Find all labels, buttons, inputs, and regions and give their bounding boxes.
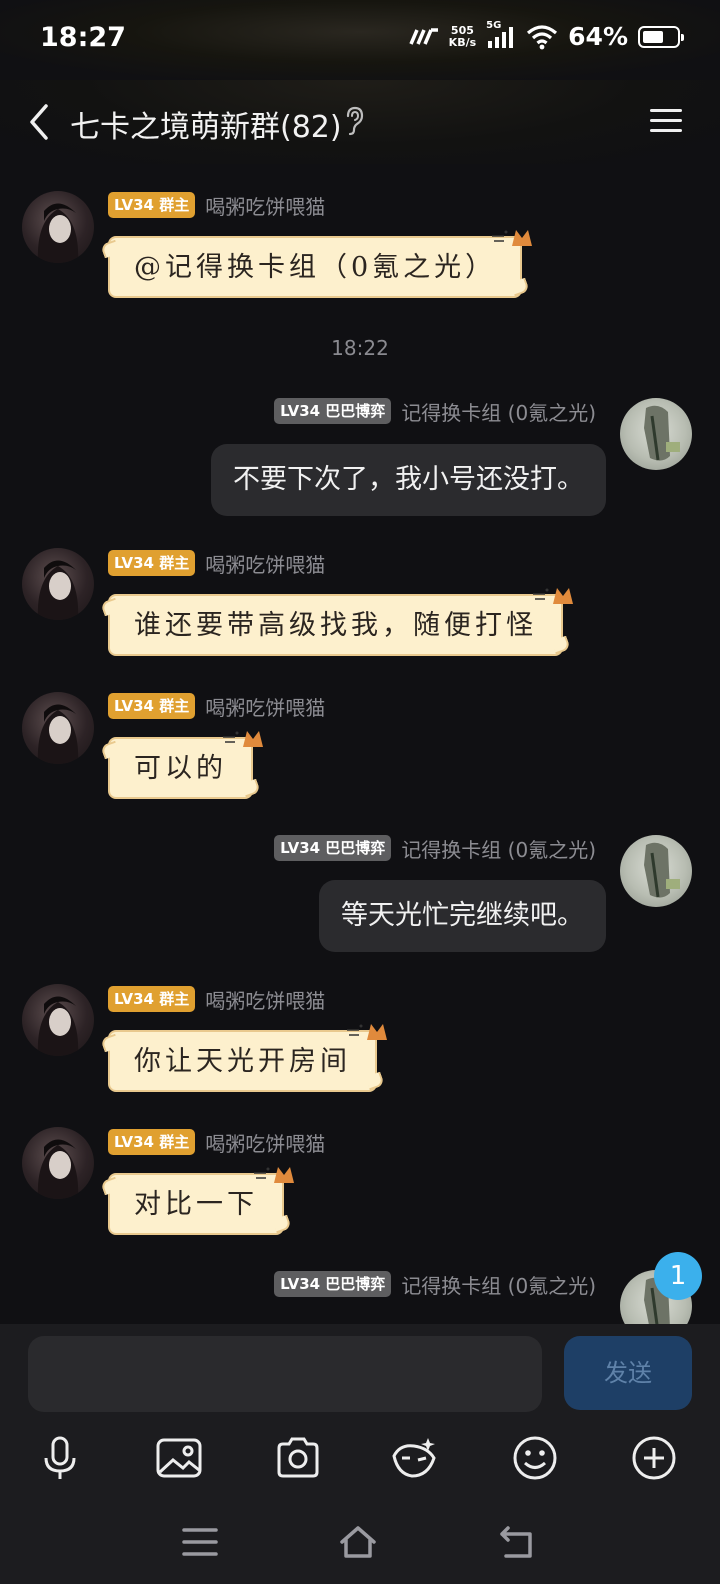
avatar[interactable]: [620, 398, 692, 470]
menu-icon[interactable]: [648, 106, 684, 136]
sender-name[interactable]: 喝粥吃饼喂猫: [205, 1128, 325, 1157]
status-icons: 505 KB/s 5G 64%: [409, 20, 684, 51]
status-time: 18:27: [40, 22, 126, 53]
microphone-icon[interactable]: [36, 1434, 84, 1482]
back-arrow-icon[interactable]: [22, 100, 62, 144]
avatar[interactable]: [22, 191, 94, 263]
level-badge: LV34 群主: [108, 550, 196, 576]
battery-percent: 64%: [568, 22, 628, 51]
message-input[interactable]: [28, 1336, 542, 1412]
cat-ears-icon: [223, 731, 263, 747]
sender-name[interactable]: 喝粥吃饼喂猫: [205, 692, 325, 721]
net-speed: 505 KB/s: [448, 23, 477, 49]
level-badge: LV34 巴巴博弈: [274, 1271, 392, 1297]
message-bubble[interactable]: @记得换卡组（0氪之光）: [108, 230, 533, 298]
status-bar: 18:27 505 KB/s 5G 64%: [0, 0, 720, 80]
ear-icon[interactable]: [344, 106, 364, 136]
send-button[interactable]: 发送: [564, 1336, 692, 1410]
cat-ears-icon: [492, 230, 533, 246]
avatar[interactable]: [22, 1127, 94, 1199]
sender-meta: LV34 巴巴博弈 记得换卡组 (0氪之光): [274, 834, 596, 863]
unread-count-badge[interactable]: 1: [654, 1252, 702, 1300]
wifi-icon: [527, 24, 558, 49]
message-list[interactable]: LV34 群主 喝粥吃饼喂猫 @记得换卡组（0氪之光） 18:22 LV34 巴…: [0, 164, 720, 1324]
sender-meta: LV34 群主 喝粥吃饼喂猫: [108, 985, 325, 1014]
cat-ears-icon: [347, 1024, 387, 1040]
sender-meta: LV34 群主 喝粥吃饼喂猫: [108, 1128, 325, 1157]
level-badge: LV34 群主: [108, 192, 196, 218]
image-icon[interactable]: [155, 1434, 203, 1482]
sender-name[interactable]: 喝粥吃饼喂猫: [205, 985, 325, 1014]
sender-meta: LV34 群主 喝粥吃饼喂猫: [108, 191, 325, 220]
chat-header: 七卡之境萌新群(82): [0, 80, 720, 164]
sender-name[interactable]: 喝粥吃饼喂猫: [205, 191, 325, 220]
input-area: 发送: [0, 1324, 720, 1584]
message-text: 你让天光开房间: [134, 1046, 351, 1077]
hd-signal-icon: [409, 27, 438, 45]
sticker-icon[interactable]: [390, 1434, 438, 1482]
sender-name[interactable]: 记得换卡组 (0氪之光): [401, 1270, 596, 1299]
cat-ears-icon: [533, 588, 573, 604]
emoji-icon[interactable]: [511, 1434, 559, 1482]
message-bubble[interactable]: 谁还要带高级找我，随便打怪: [108, 588, 573, 656]
sender-meta: LV34 群主 喝粥吃饼喂猫: [108, 549, 325, 578]
level-badge: LV34 群主: [108, 986, 196, 1012]
cat-ears-icon: [254, 1167, 294, 1183]
cell-signal-icon: 5G: [486, 20, 516, 50]
level-badge: LV34 巴巴博弈: [274, 835, 392, 861]
message-text: 对比一下: [134, 1189, 258, 1220]
battery-icon: [638, 25, 684, 48]
message-bubble[interactable]: 你让天光开房间: [108, 1024, 387, 1092]
sender-name[interactable]: 喝粥吃饼喂猫: [205, 549, 325, 578]
sender-meta: LV34 群主 喝粥吃饼喂猫: [108, 692, 325, 721]
sender-name[interactable]: 记得换卡组 (0氪之光): [401, 834, 596, 863]
level-badge: LV34 群主: [108, 693, 196, 719]
message-text: 谁还要带高级找我，随便打怪: [134, 610, 537, 641]
plus-icon[interactable]: [630, 1434, 678, 1482]
input-toolbar: [0, 1434, 720, 1490]
level-badge: LV34 群主: [108, 1129, 196, 1155]
message-bubble[interactable]: 对比一下: [108, 1167, 294, 1235]
message-bubble[interactable]: 等天光忙完继续吧。: [319, 880, 606, 952]
camera-icon[interactable]: [274, 1434, 322, 1482]
message-text: @记得换卡组（0氪之光）: [134, 252, 497, 283]
home-icon[interactable]: [338, 1524, 378, 1560]
back-icon[interactable]: [498, 1524, 538, 1560]
message-bubble[interactable]: 可以的: [108, 731, 263, 799]
timestamp: 18:22: [331, 336, 389, 360]
sender-name[interactable]: 记得换卡组 (0氪之光): [401, 397, 596, 426]
recent-apps-icon[interactable]: [180, 1524, 220, 1560]
sender-meta: LV34 巴巴博弈 记得换卡组 (0氪之光): [274, 1270, 596, 1299]
message-bubble[interactable]: 不要下次了，我小号还没打。: [211, 444, 606, 516]
avatar[interactable]: [22, 548, 94, 620]
avatar[interactable]: [22, 692, 94, 764]
message-text: 可以的: [134, 753, 227, 784]
system-nav-bar: [0, 1518, 720, 1568]
level-badge: LV34 巴巴博弈: [274, 398, 392, 424]
avatar[interactable]: [22, 984, 94, 1056]
avatar[interactable]: [620, 835, 692, 907]
sender-meta: LV34 巴巴博弈 记得换卡组 (0氪之光): [274, 397, 596, 426]
chat-title[interactable]: 七卡之境萌新群(82): [70, 102, 342, 146]
